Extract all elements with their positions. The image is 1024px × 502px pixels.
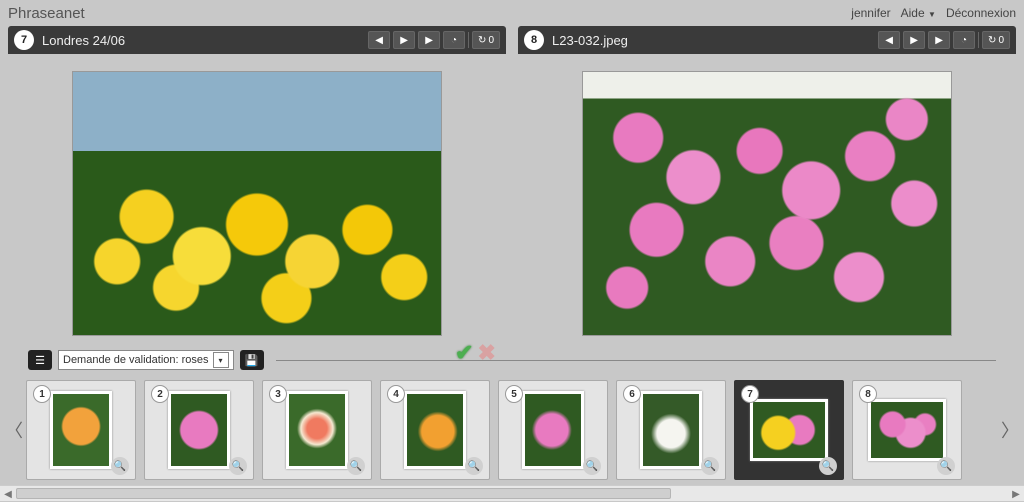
help-label: Aide	[901, 6, 925, 20]
prev-button[interactable]: ◀	[368, 31, 390, 49]
rotate-count: 0	[488, 35, 494, 46]
thumbnail-6[interactable]: 6 🔍	[616, 380, 726, 480]
filmstrip-next-button[interactable]: 〉	[1000, 417, 1020, 443]
topbar: Phraseanet jennifer Aide ▼ Déconnexion	[0, 0, 1024, 26]
play-button[interactable]: ▶	[393, 31, 415, 49]
approve-icon[interactable]: ✔	[455, 340, 473, 366]
thumb-number: 4	[387, 385, 405, 403]
scroll-track[interactable]	[16, 486, 1008, 501]
chevron-down-icon: ▼	[928, 10, 936, 19]
thumb-number: 7	[741, 385, 759, 403]
filmstrip: 〈 1 🔍 2 🔍 3 🔍 4 🔍 5 🔍 6	[0, 372, 1024, 488]
right-header-controls: ◀ ▶ ▶ ◔ ↻ 0	[878, 31, 1010, 49]
left-pane: 7 Londres 24/06 ◀ ▶ ▶ ◔ ↻ 0	[8, 26, 506, 348]
floppy-icon: 💾	[245, 354, 259, 367]
thumb-image	[868, 399, 946, 461]
zoom-icon[interactable]: 🔍	[347, 457, 365, 475]
scroll-right-icon[interactable]: ▶	[1008, 486, 1024, 502]
zoom-icon[interactable]: 🔍	[819, 457, 837, 475]
horizontal-scrollbar[interactable]: ◀ ▶	[0, 485, 1024, 501]
thumb-number: 1	[33, 385, 51, 403]
thumb-image	[50, 391, 112, 469]
zoom-icon[interactable]: 🔍	[937, 457, 955, 475]
help-link[interactable]: Aide ▼	[901, 6, 936, 20]
validation-dropdown[interactable]: Demande de validation: roses ▾	[58, 350, 234, 370]
zoom-icon[interactable]: 🔍	[229, 457, 247, 475]
rotate-button[interactable]: ↻ 0	[472, 31, 500, 49]
left-image-area	[8, 58, 506, 348]
app-title: Phraseanet	[8, 5, 85, 22]
save-button[interactable]: 💾	[240, 350, 264, 370]
left-photo[interactable]	[72, 71, 442, 336]
thumbnail-3[interactable]: 3 🔍	[262, 380, 372, 480]
right-index-badge: 8	[524, 30, 544, 50]
right-photo[interactable]	[582, 71, 952, 336]
list-icon: ☰	[35, 354, 45, 367]
rotate-count: 0	[998, 35, 1004, 46]
top-right-menu: jennifer Aide ▼ Déconnexion	[851, 6, 1016, 20]
thumb-number: 2	[151, 385, 169, 403]
clock-icon[interactable]: ◔	[443, 31, 465, 49]
thumb-number: 5	[505, 385, 523, 403]
rotate-icon: ↻	[478, 35, 486, 46]
left-pane-header: 7 Londres 24/06 ◀ ▶ ▶ ◔ ↻ 0	[8, 26, 506, 54]
rotate-button[interactable]: ↻ 0	[982, 31, 1010, 49]
thumbnail-4[interactable]: 4 🔍	[380, 380, 490, 480]
thumbnail-5[interactable]: 5 🔍	[498, 380, 608, 480]
thumb-image	[286, 391, 348, 469]
separator	[468, 32, 469, 48]
thumb-image	[404, 391, 466, 469]
thumbnail-7[interactable]: 7 🔍	[734, 380, 844, 480]
play-button[interactable]: ▶	[903, 31, 925, 49]
right-pane-header: 8 L23-032.jpeg ◀ ▶ ▶ ◔ ↻ 0	[518, 26, 1016, 54]
logout-link[interactable]: Déconnexion	[946, 6, 1016, 20]
scroll-left-icon[interactable]: ◀	[0, 486, 16, 502]
right-pane-title: L23-032.jpeg	[552, 33, 870, 48]
clock-icon[interactable]: ◔	[953, 31, 975, 49]
next-button[interactable]: ▶	[928, 31, 950, 49]
compare-row: 7 Londres 24/06 ◀ ▶ ▶ ◔ ↻ 0 8 L23-032.jp…	[0, 26, 1024, 348]
list-view-button[interactable]: ☰	[28, 350, 52, 370]
thumb-number: 6	[623, 385, 641, 403]
thumb-image	[750, 399, 828, 461]
thumbnail-1[interactable]: 1 🔍	[26, 380, 136, 480]
right-pane: 8 L23-032.jpeg ◀ ▶ ▶ ◔ ↻ 0	[518, 26, 1016, 348]
chevron-down-icon: ▾	[213, 352, 229, 368]
user-label: jennifer	[851, 6, 890, 20]
thumb-image	[168, 391, 230, 469]
zoom-icon[interactable]: 🔍	[701, 457, 719, 475]
thumb-number: 3	[269, 385, 287, 403]
thumb-image	[640, 391, 702, 469]
filmstrip-prev-button[interactable]: 〈	[4, 417, 24, 443]
scroll-handle[interactable]	[16, 488, 671, 499]
rotate-icon: ↻	[988, 35, 996, 46]
left-header-controls: ◀ ▶ ▶ ◔ ↻ 0	[368, 31, 500, 49]
next-button[interactable]: ▶	[418, 31, 440, 49]
thumbnail-8[interactable]: 8 🔍	[852, 380, 962, 480]
right-image-area	[518, 58, 1016, 348]
validate-bar: ☰ Demande de validation: roses ▾ 💾 ✔ ✖	[0, 348, 1024, 372]
zoom-icon[interactable]: 🔍	[583, 457, 601, 475]
reject-icon[interactable]: ✖	[477, 340, 495, 366]
thumbnail-2[interactable]: 2 🔍	[144, 380, 254, 480]
divider-line	[276, 360, 996, 361]
left-pane-title: Londres 24/06	[42, 33, 360, 48]
left-index-badge: 7	[14, 30, 34, 50]
zoom-icon[interactable]: 🔍	[111, 457, 129, 475]
thumb-image	[522, 391, 584, 469]
prev-button[interactable]: ◀	[878, 31, 900, 49]
thumb-number: 8	[859, 385, 877, 403]
thumbnails: 1 🔍 2 🔍 3 🔍 4 🔍 5 🔍 6 🔍	[24, 380, 1000, 480]
zoom-icon[interactable]: 🔍	[465, 457, 483, 475]
approve-reject-controls: ✔ ✖	[455, 340, 496, 366]
dropdown-label: Demande de validation: roses	[63, 354, 209, 366]
separator	[978, 32, 979, 48]
